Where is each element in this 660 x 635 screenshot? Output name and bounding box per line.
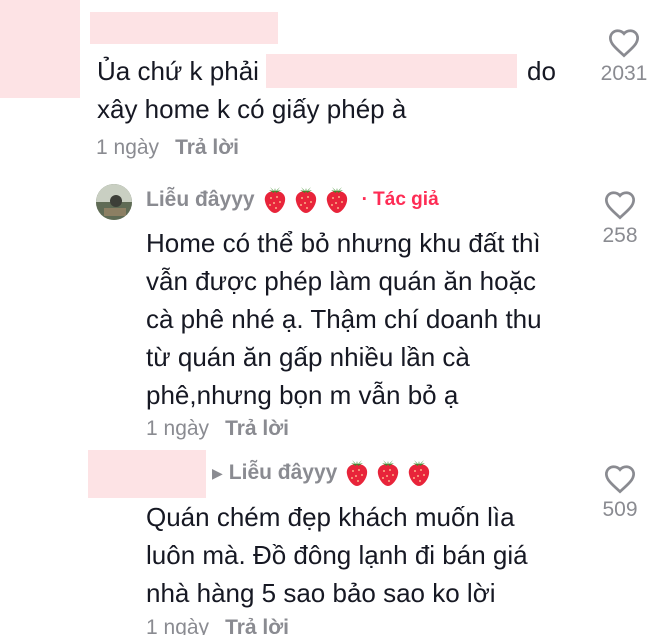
like-button[interactable]: 2031 bbox=[592, 28, 656, 86]
like-button[interactable]: 258 bbox=[588, 190, 652, 248]
comment-header: Liễu đâyyy · Tác giả bbox=[146, 185, 439, 215]
heart-outline-icon bbox=[608, 29, 640, 58]
like-count: 258 bbox=[602, 224, 638, 247]
comment-time: 1 ngày bbox=[146, 417, 210, 440]
avatar-redacted bbox=[0, 0, 80, 98]
strawberry-icon bbox=[378, 460, 399, 486]
comment-line: luôn mà. Đồ đông lạnh đi bán giá bbox=[146, 540, 528, 570]
username[interactable]: Liễu đâyyy bbox=[146, 188, 255, 212]
comment-time: 1 ngày bbox=[96, 136, 160, 159]
strawberry-icon bbox=[264, 187, 285, 213]
reply-button[interactable]: Trả lời bbox=[175, 136, 239, 160]
reply-button[interactable]: Trả lời bbox=[225, 616, 289, 635]
comment-line: Quán chém đẹp khách muốn lìa bbox=[146, 502, 515, 532]
comment-header: ▶ Liễu đâyyy bbox=[212, 458, 436, 488]
comment-meta: 1 ngày Trả lời bbox=[146, 417, 289, 441]
avatar[interactable] bbox=[96, 184, 132, 220]
strawberry-emojis bbox=[261, 185, 354, 215]
like-count: 509 bbox=[602, 498, 638, 521]
avatar-username-redacted bbox=[88, 450, 206, 498]
strawberry-icon bbox=[409, 460, 430, 486]
comment-line: phê,nhưng bọn m vẫn bỏ ạ bbox=[146, 380, 459, 410]
comment-meta: 1 ngày Trả lời bbox=[96, 136, 239, 160]
comment-text-line1-end: do bbox=[527, 56, 556, 86]
comment-text-line1: Ủa chứ k phải bbox=[97, 56, 259, 86]
like-button[interactable]: 509 bbox=[588, 464, 652, 522]
comment-line: Home có thể bỏ nhưng khu đất thì bbox=[146, 228, 541, 258]
comment-line: từ quán ăn gấp nhiều lần cà bbox=[146, 342, 470, 372]
comment-text: Home có thể bỏ nhưng khu đất thì vẫn đượ… bbox=[146, 224, 542, 414]
comment-line: nhà hàng 5 sao bảo sao ko lời bbox=[146, 578, 496, 608]
comment-time: 1 ngày bbox=[146, 616, 210, 635]
strawberry-icon bbox=[347, 460, 368, 486]
comment-line: vẫn được phép làm quán ăn hoặc bbox=[146, 266, 537, 296]
strawberry-icon bbox=[326, 187, 347, 213]
caret-right-icon: ▶ bbox=[212, 464, 223, 481]
username-redacted bbox=[90, 12, 278, 44]
strawberry-icon bbox=[295, 187, 316, 213]
reply-to-username[interactable]: Liễu đâyyy bbox=[229, 461, 338, 485]
comment-text: Quán chém đẹp khách muốn lìa luôn mà. Đồ… bbox=[146, 498, 528, 612]
reply-button[interactable]: Trả lời bbox=[225, 417, 289, 441]
comment-line: cà phê nhé ạ. Thậm chí doanh thu bbox=[146, 304, 542, 334]
mention-redacted bbox=[266, 54, 517, 88]
author-badge: · Tác giả bbox=[361, 189, 439, 210]
comment-text-line2: xây home k có giấy phép à bbox=[97, 94, 407, 124]
heart-outline-icon bbox=[604, 191, 636, 220]
like-count: 2031 bbox=[600, 62, 648, 85]
strawberry-emojis bbox=[343, 458, 436, 488]
comment-meta: 1 ngày Trả lời bbox=[146, 616, 289, 635]
heart-outline-icon bbox=[604, 465, 636, 494]
